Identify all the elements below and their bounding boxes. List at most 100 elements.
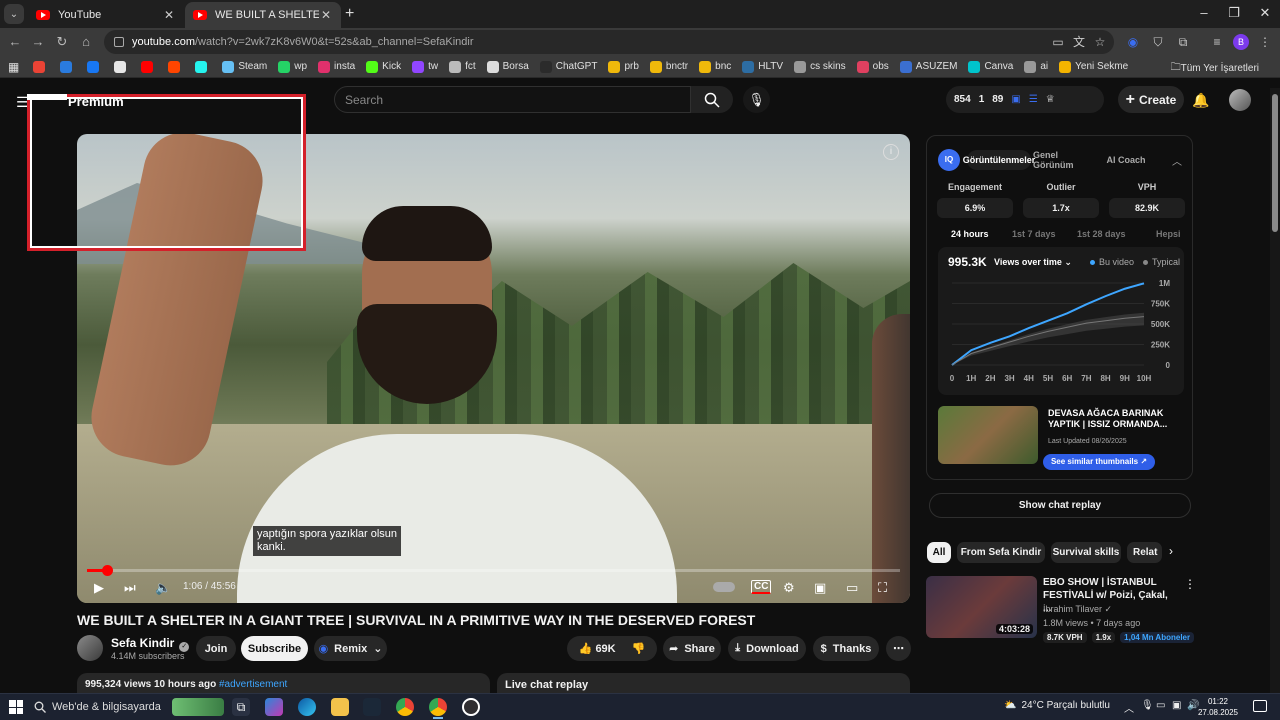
bookmark-item[interactable] <box>168 60 184 73</box>
all-bookmarks-folder[interactable]: 🗀 Tüm Yer İşaretleri <box>1171 60 1259 77</box>
minimize-icon[interactable]: – <box>1189 5 1219 20</box>
volume-icon[interactable]: 🔈 <box>155 580 171 596</box>
browser-menu-icon[interactable]: ⋮ <box>1257 34 1273 50</box>
autoplay-toggle[interactable] <box>713 582 735 592</box>
bookmark-item[interactable]: bnc <box>699 60 731 73</box>
bookmark-star-icon[interactable]: ☆ <box>1092 34 1108 50</box>
tab-views[interactable]: Görüntülenmeler <box>963 150 1035 170</box>
tab-search-icon[interactable]: ⌄ <box>4 4 24 24</box>
bookmark-item[interactable]: Borsa <box>486 60 529 73</box>
tray-microphone-icon[interactable]: 🎙 <box>1141 700 1154 711</box>
remix-button[interactable]: ◉ Remix ⌄ <box>314 636 387 661</box>
tab-youtube[interactable]: YouTube ✕ <box>28 2 184 28</box>
bookmark-item[interactable]: tw <box>412 60 438 73</box>
weather-widget[interactable]: ⛅ 24°C Parçalı bulutlu <box>1004 700 1110 711</box>
chevron-up-icon[interactable]: ︿ <box>1172 153 1182 168</box>
theater-mode-icon[interactable]: ▭ <box>846 580 858 596</box>
bookmark-item[interactable]: wp <box>278 60 307 73</box>
steam-icon[interactable] <box>363 698 381 716</box>
period-24h[interactable]: 24 hours <box>951 229 989 239</box>
copilot-icon[interactable] <box>265 698 283 716</box>
tray-network-icon[interactable]: ▭ <box>1156 700 1165 711</box>
chrome-icon[interactable] <box>396 698 414 716</box>
subscribe-button[interactable]: Subscribe <box>241 636 308 661</box>
extension-vidiq-icon[interactable]: ◉ <box>1125 34 1141 50</box>
bookmark-item[interactable]: ChatGPT <box>539 60 597 73</box>
tray-chevron-up-icon[interactable]: ︿ <box>1124 700 1134 715</box>
chevron-right-icon[interactable]: › <box>1169 544 1173 558</box>
tab-overview[interactable]: Genel Görünüm <box>1033 150 1095 170</box>
bookmark-item[interactable]: Canva <box>968 60 1013 73</box>
period-7d[interactable]: 1st 7 days <box>1012 229 1056 239</box>
share-button[interactable]: ➦ Share <box>663 636 721 661</box>
chip-related[interactable]: Relat <box>1127 542 1162 563</box>
bookmark-item[interactable]: ASUZEM <box>899 60 957 73</box>
search-button[interactable] <box>691 86 733 113</box>
edge-icon[interactable] <box>298 698 316 716</box>
bookmark-item[interactable]: Yeni Sekme <box>1059 60 1128 73</box>
file-explorer-icon[interactable] <box>331 698 349 716</box>
chrome-active-icon[interactable] <box>429 698 447 716</box>
dislike-button[interactable]: 👎 <box>632 642 646 655</box>
tab-video[interactable]: WE BUILT A SHELTER IN A GIAN ✕ <box>185 2 341 28</box>
show-chat-replay-button[interactable]: Show chat replay <box>929 493 1191 518</box>
bookmark-item[interactable] <box>195 60 211 73</box>
settings-gear-icon[interactable]: ⚙ <box>783 580 795 596</box>
play-icon[interactable]: ▶ <box>94 580 104 596</box>
address-bar[interactable]: youtube.com/watch?v=2wk7zK8v6W0&t=52s&ab… <box>104 30 1114 54</box>
join-button[interactable]: Join <box>196 636 236 661</box>
obs-icon[interactable] <box>462 698 480 716</box>
tab-ai-coach[interactable]: AI Coach <box>1097 150 1155 170</box>
progress-bar[interactable] <box>87 565 900 576</box>
fullscreen-icon[interactable]: ⛶ <box>878 580 887 596</box>
home-icon[interactable]: ⌂ <box>77 33 95 51</box>
bookmark-item[interactable]: prb <box>608 60 639 73</box>
tray-display-icon[interactable]: ▣ <box>1172 700 1181 711</box>
extension-shield-icon[interactable]: ⛉ <box>1150 34 1166 50</box>
page-scrollbar[interactable] <box>1270 88 1280 693</box>
bookmark-item[interactable]: fct <box>449 60 476 73</box>
info-icon[interactable]: i <box>883 144 899 160</box>
tab-close-icon[interactable]: ✕ <box>319 8 333 22</box>
back-icon[interactable]: ← <box>6 33 24 51</box>
recommended-channel[interactable]: İbrahim Tilaver ✓ <box>1043 604 1112 615</box>
scrubber-handle[interactable] <box>101 565 113 576</box>
install-app-icon[interactable]: ▭ <box>1050 34 1066 50</box>
bookmark-item[interactable]: ai <box>1024 60 1048 73</box>
bookmark-item[interactable]: HLTV <box>742 60 783 73</box>
thanks-button[interactable]: $ Thanks <box>813 636 879 661</box>
hashtag-link[interactable]: #advertisement <box>219 679 287 690</box>
translate-icon[interactable]: 文 <box>1071 34 1087 50</box>
task-view-icon[interactable]: ⧉ <box>232 698 250 716</box>
bookmark-item[interactable] <box>33 60 49 73</box>
new-tab-icon[interactable]: + <box>345 5 354 23</box>
notification-center-icon[interactable] <box>1253 700 1267 712</box>
bookmark-item[interactable] <box>114 60 130 73</box>
period-28d[interactable]: 1st 28 days <box>1077 229 1126 239</box>
related-thumbnail[interactable] <box>938 406 1038 464</box>
search-input[interactable]: Search <box>334 86 691 113</box>
bookmark-item[interactable] <box>87 60 103 73</box>
bookmark-item[interactable]: obs <box>856 60 889 73</box>
site-info-icon[interactable] <box>114 37 124 47</box>
apps-grid-icon[interactable]: ▦ <box>8 60 19 74</box>
chip-from-channel[interactable]: From Sefa Kindir <box>957 542 1045 563</box>
account-avatar[interactable] <box>1229 89 1251 111</box>
bookmark-item[interactable]: bnctr <box>649 60 688 73</box>
windows-start-icon[interactable] <box>9 700 23 714</box>
create-button[interactable]: + Create <box>1118 86 1184 113</box>
like-button[interactable]: 👍 69K <box>579 642 616 655</box>
bookmark-item[interactable]: insta <box>318 60 355 73</box>
reload-icon[interactable]: ↻ <box>53 33 71 51</box>
voice-search-button[interactable]: 🎙 <box>743 86 770 113</box>
channel-name[interactable]: Sefa Kindir ✓ <box>111 636 190 652</box>
profile-avatar-icon[interactable]: B <box>1233 34 1249 50</box>
next-icon[interactable]: ⏭ <box>124 580 136 596</box>
recommended-thumbnail[interactable]: 4:03:28 <box>926 576 1037 638</box>
more-vertical-icon[interactable]: ⋮ <box>1184 577 1196 591</box>
bookmark-item[interactable]: Kick <box>366 60 401 73</box>
similar-thumbnails-button[interactable]: See similar thumbnails ↗ <box>1043 454 1155 470</box>
bookmark-item[interactable]: Steam <box>222 60 267 73</box>
bookmark-item[interactable]: cs skins <box>794 60 846 73</box>
notifications-bell-icon[interactable]: 🔔 <box>1192 92 1209 109</box>
